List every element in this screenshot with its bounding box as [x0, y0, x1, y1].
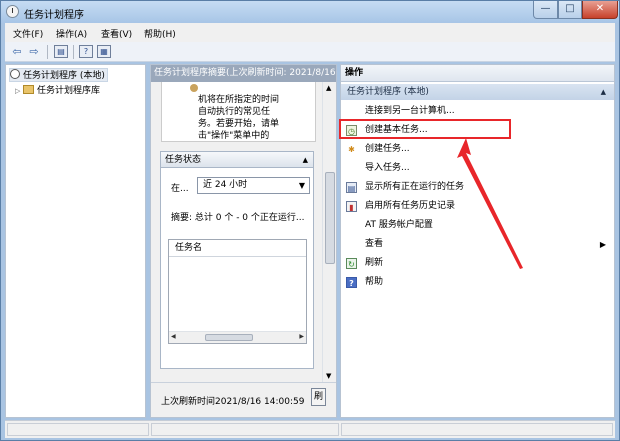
action-label: 刷新	[365, 258, 384, 268]
title-bar[interactable]: 任务计划程序 — □ ✕	[1, 1, 619, 23]
menu-bar: 文件(F) 操作(A) 查看(V) 帮助(H)	[5, 23, 615, 42]
action-label: AT 服务帐户配置	[365, 220, 433, 230]
expand-icon[interactable]: ▷	[15, 84, 23, 98]
menu-action[interactable]: 操作(A)	[56, 27, 87, 40]
action-label: 显示所有正在运行的任务	[365, 182, 465, 192]
folder-icon	[23, 85, 34, 94]
task-list[interactable]: 任务名 ◀ ▶	[168, 239, 307, 344]
help-icon: ?	[346, 277, 357, 288]
clock-icon	[10, 69, 20, 79]
scroll-down-icon[interactable]: ▼	[326, 372, 331, 380]
collapse-icon[interactable]: ▲	[601, 84, 606, 100]
tree-item-label: 任务计划程序 (本地)	[23, 71, 105, 81]
clock-icon	[6, 5, 19, 18]
action-enable-history[interactable]: ▮ 启用所有任务历史记录	[345, 198, 610, 215]
maximize-button[interactable]: □	[558, 1, 582, 19]
status-summary: 摘要: 总计 0 个 - 0 个正在运行...	[171, 213, 305, 223]
action-help[interactable]: ? 帮助	[345, 274, 610, 291]
status-bar	[5, 420, 615, 438]
scroll-right-icon[interactable]: ▶	[299, 333, 304, 340]
show-hide-console-tree-icon[interactable]: ▤	[54, 45, 68, 58]
status-segment	[341, 423, 613, 436]
refresh-button[interactable]: 刷	[311, 388, 326, 406]
action-at-service-config[interactable]: AT 服务帐户配置	[345, 217, 610, 234]
chevron-right-icon: ▶	[599, 240, 606, 249]
status-segment	[151, 423, 339, 436]
column-header-task-name[interactable]: 任务名	[169, 240, 306, 257]
action-view[interactable]: 查看 ▶	[345, 236, 610, 253]
action-label: 连接到另一台计算机...	[365, 106, 455, 116]
close-button[interactable]: ✕	[582, 1, 618, 19]
action-refresh[interactable]: ↻ 刷新	[345, 255, 610, 272]
collapse-icon[interactable]: ▲	[303, 152, 308, 168]
horizontal-scrollbar[interactable]: ◀ ▶	[169, 331, 306, 343]
forward-icon[interactable]: ⇨	[27, 45, 41, 58]
summary-header: 任务计划程序摘要(上次刷新时间: 2021/8/16	[151, 65, 336, 82]
tree-item-label: 任务计划程序库	[37, 86, 101, 96]
description-line: 机将在所指定的时间	[198, 95, 280, 105]
description-line: 自动执行的常见任	[198, 107, 271, 117]
window-title: 任务计划程序	[24, 10, 84, 21]
minimize-button[interactable]: —	[533, 1, 558, 19]
toolbar: ⇦ ⇨ ▤ ? ▦	[5, 42, 615, 62]
vertical-scrollbar[interactable]: ▲ ▼	[322, 82, 336, 382]
toolbar-separator	[73, 45, 74, 59]
info-icon	[190, 84, 198, 92]
chevron-down-icon: ▼	[298, 181, 305, 190]
scroll-left-icon[interactable]: ◀	[171, 333, 176, 340]
description-line: 击"操作"菜单中的	[198, 131, 270, 141]
summary-pane: 任务计划程序摘要(上次刷新时间: 2021/8/16 机将在所指定的时间 自动执…	[150, 64, 337, 418]
scroll-up-icon[interactable]: ▲	[326, 84, 331, 92]
action-label: 查看	[365, 239, 384, 249]
task-scheduler-window: 任务计划程序 — □ ✕ 文件(F) 操作(A) 查看(V) 帮助(H) ⇦ ⇨…	[0, 0, 620, 441]
actions-header: 操作	[341, 65, 614, 82]
create-task-icon: ✱	[348, 145, 355, 154]
period-label: 在...	[171, 184, 189, 194]
action-label: 导入任务...	[365, 163, 410, 173]
action-create-task[interactable]: ✱ 创建任务...	[345, 141, 610, 158]
action-import-task[interactable]: 导入任务...	[345, 160, 610, 177]
action-label: 创建任务...	[365, 144, 410, 154]
toolbar-separator	[47, 45, 48, 59]
running-tasks-icon: ▤	[346, 182, 357, 193]
summary-body: 机将在所指定的时间 自动执行的常见任 务。若要开始，请单 击"操作"菜单中的 任…	[151, 82, 322, 382]
action-label: 帮助	[365, 277, 384, 287]
action-connect-computer[interactable]: 连接到另一台计算机...	[345, 103, 610, 120]
status-segment	[7, 423, 149, 436]
menu-view[interactable]: 查看(V)	[101, 27, 132, 40]
period-value: 近 24 小时	[203, 180, 248, 190]
refresh-icon: ↻	[346, 258, 357, 269]
description-line: 务。若要开始，请单	[198, 119, 280, 129]
annotation-highlight-box	[339, 119, 511, 139]
scroll-thumb[interactable]	[205, 334, 253, 341]
last-refresh-text: 上次刷新时间2021/8/16 14:00:59	[161, 397, 305, 407]
back-icon[interactable]: ⇦	[10, 45, 24, 58]
tree-item-library[interactable]: ▷ 任务计划程序库	[15, 84, 100, 98]
summary-footer: 上次刷新时间2021/8/16 14:00:59 刷	[151, 382, 336, 417]
tree-item-root[interactable]: 任务计划程序 (本地)	[9, 68, 108, 82]
help-icon[interactable]: ?	[79, 45, 93, 58]
task-status-header[interactable]: 任务状态 ▲	[160, 151, 314, 168]
actions-section-header[interactable]: 任务计划程序 (本地) ▲	[341, 84, 614, 100]
action-label: 启用所有任务历史记录	[365, 201, 456, 211]
period-select[interactable]: 近 24 小时 ▼	[197, 177, 310, 194]
section-title: 任务计划程序 (本地)	[347, 87, 429, 97]
actions-pane: 操作 任务计划程序 (本地) ▲ 连接到另一台计算机... ◷ 创建基本任务..…	[340, 64, 615, 418]
section-title: 任务状态	[165, 155, 202, 165]
menu-help[interactable]: 帮助(H)	[144, 27, 176, 40]
action-show-running-tasks[interactable]: ▤ 显示所有正在运行的任务	[345, 179, 610, 196]
show-hide-action-pane-icon[interactable]: ▦	[97, 45, 111, 58]
history-icon: ▮	[346, 201, 357, 212]
task-status-panel: 在... 近 24 小时 ▼ 摘要: 总计 0 个 - 0 个正在运行... 任…	[160, 168, 314, 369]
description-text: 机将在所指定的时间 自动执行的常见任 务。若要开始，请单 击"操作"菜单中的	[198, 94, 303, 141]
menu-file[interactable]: 文件(F)	[13, 27, 43, 40]
console-tree: 任务计划程序 (本地) ▷ 任务计划程序库	[5, 64, 146, 418]
description-box: 机将在所指定的时间 自动执行的常见任 务。若要开始，请单 击"操作"菜单中的	[161, 82, 316, 142]
scroll-thumb[interactable]	[325, 172, 335, 264]
